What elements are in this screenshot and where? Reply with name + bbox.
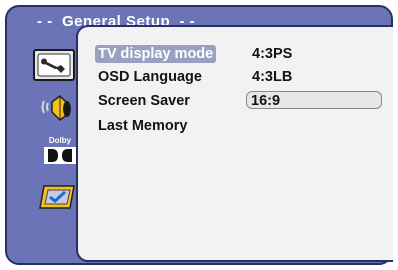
- checkmark-icon: [39, 185, 75, 209]
- option-4-3lb[interactable]: 4:3LB: [252, 68, 292, 86]
- menu-item-last-memory[interactable]: Last Memory: [98, 117, 187, 135]
- general-setup-icon[interactable]: [33, 49, 75, 81]
- option-16-9[interactable]: 16:9: [246, 91, 382, 109]
- audio-setup-icon: [41, 95, 71, 121]
- menu-item-osd-language[interactable]: OSD Language: [98, 68, 202, 86]
- preference-icon[interactable]: [36, 182, 78, 212]
- wrench-icon: [37, 53, 71, 77]
- dolby-label: Dolby: [48, 136, 72, 145]
- speaker-icon[interactable]: [40, 92, 76, 122]
- menu-item-screen-saver[interactable]: Screen Saver: [98, 92, 190, 110]
- dolby-icon[interactable]: Dolby: [42, 136, 78, 166]
- option-4-3ps[interactable]: 4:3PS: [252, 45, 292, 63]
- menu-item-tv-display-mode[interactable]: TV display mode: [95, 45, 217, 63]
